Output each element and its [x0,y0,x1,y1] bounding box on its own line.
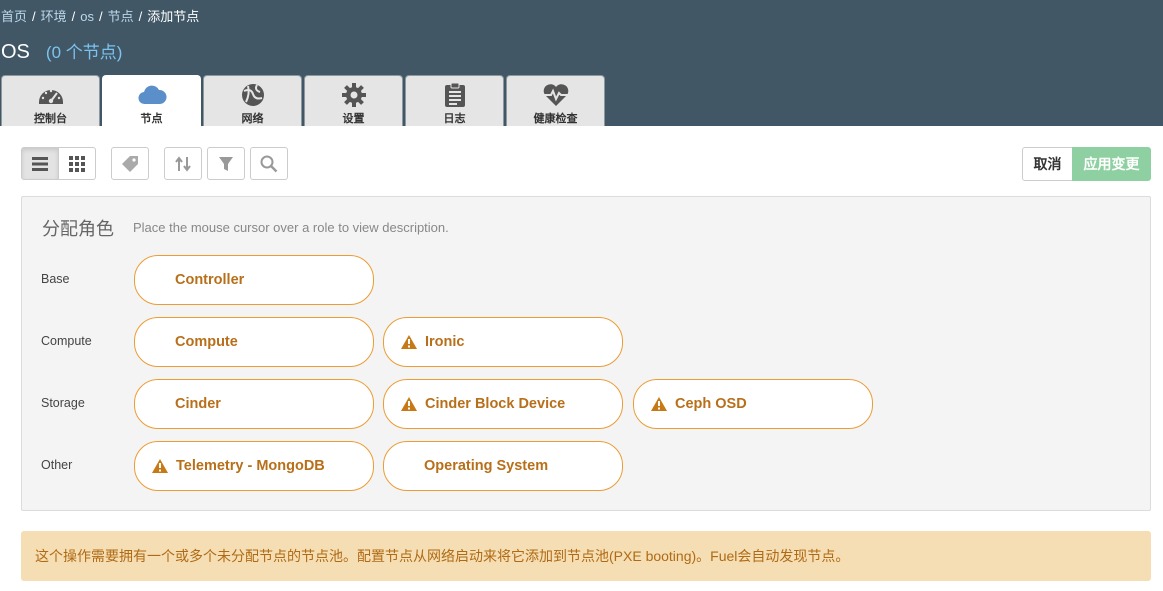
role-operating-system[interactable]: Operating System [383,441,623,491]
tab-label: 控制台 [34,113,67,125]
heart-pulse-icon [507,82,604,108]
search-icon [260,155,278,172]
cancel-button[interactable]: 取消 [1022,147,1073,181]
role-controller[interactable]: Controller [134,255,374,305]
environment-header: 首页 / 环境 / os / 节点 / 添加节点 OS (0 个节点) 控制台 节点 网络 [0,0,1163,126]
list-icon [32,156,48,171]
role-ceph-osd[interactable]: Ceph OSD [633,379,873,429]
tab-settings[interactable]: 设置 [304,75,403,126]
tag-icon [122,155,138,172]
tab-label: 日志 [443,113,466,125]
role-cinder[interactable]: Cinder [134,379,374,429]
apply-changes-button[interactable]: 应用变更 [1072,147,1151,181]
dashboard-icon [2,82,99,108]
role-label: Operating System [424,458,549,474]
tab-health-check[interactable]: 健康检查 [506,75,605,126]
role-group-label: Compute [41,334,92,348]
environment-name: OS [1,41,30,63]
role-label: Ironic [425,334,465,350]
role-label: Ceph OSD [675,396,747,412]
globe-icon [204,82,301,108]
role-assignment-panel: 分配角色 Place the mouse cursor over a role … [21,196,1151,511]
role-compute[interactable]: Compute [134,317,374,367]
tab-label: 节点 [140,113,163,125]
warning-icon [651,397,667,411]
role-telemetry-mongodb[interactable]: Telemetry - MongoDB [134,441,374,491]
breadcrumb-separator: / [32,9,36,24]
role-label: Cinder [175,396,221,412]
grid-view-button[interactable] [58,147,96,180]
warning-icon [401,397,417,411]
role-label: Compute [175,334,238,350]
filter-icon [219,156,233,171]
clipboard-icon [406,82,503,108]
warning-icon [401,335,417,349]
view-mode-toggle [21,147,96,180]
breadcrumb-current: 添加节点 [147,9,200,24]
breadcrumb-environment[interactable]: os [80,9,94,24]
panel-hint: Place the mouse cursor over a role to vi… [133,220,449,235]
search-button[interactable] [250,147,288,180]
no-unallocated-nodes-alert: 这个操作需要拥有一个或多个未分配节点的节点池。配置节点从网络启动来将它添加到节点… [21,531,1151,581]
breadcrumb-environments[interactable]: 环境 [41,9,67,24]
node-count: (0 个节点) [45,43,123,62]
labels-button[interactable] [111,147,149,180]
breadcrumb-separator: / [138,9,143,24]
page-title: OS (0 个节点) [1,38,122,64]
role-label: Controller [175,272,245,288]
sort-icon [175,155,191,172]
role-label: Cinder Block Device [425,396,566,412]
tab-dashboard[interactable]: 控制台 [1,75,100,126]
tab-nodes[interactable]: 节点 [102,75,201,126]
tab-network[interactable]: 网络 [203,75,302,126]
cloud-icon [103,82,200,108]
filter-button[interactable] [207,147,245,180]
grid-icon [69,155,85,172]
tab-logs[interactable]: 日志 [405,75,504,126]
list-view-button[interactable] [21,147,59,180]
breadcrumb-separator: / [71,9,76,24]
gear-icon [305,82,402,108]
breadcrumb-nodes[interactable]: 节点 [108,9,134,24]
tab-label: 设置 [342,113,365,125]
role-label: Telemetry - MongoDB [176,458,325,474]
role-group-label: Base [41,272,70,286]
tab-label: 健康检查 [533,113,578,125]
tab-label: 网络 [241,113,264,125]
breadcrumb-separator: / [99,9,103,24]
role-group-label: Storage [41,396,85,410]
breadcrumb-home[interactable]: 首页 [1,9,27,24]
breadcrumb: 首页 / 环境 / os / 节点 / 添加节点 [1,6,199,25]
warning-icon [152,459,168,473]
role-group-label: Other [41,458,73,472]
sort-button[interactable] [164,147,202,180]
panel-title: 分配角色 [42,219,114,239]
role-cinder-block-device[interactable]: Cinder Block Device [383,379,623,429]
role-ironic[interactable]: Ironic [383,317,623,367]
